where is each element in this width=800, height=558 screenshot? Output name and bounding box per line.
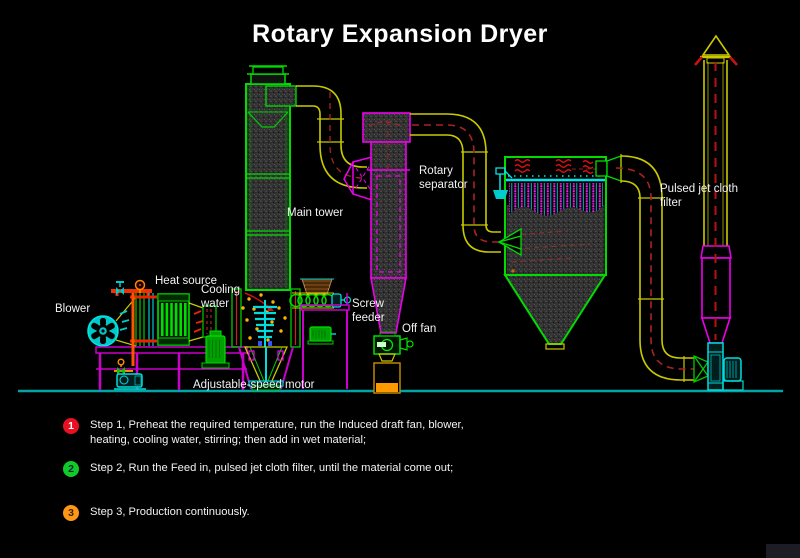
valve-icon — [116, 282, 124, 295]
screw-feeder — [290, 279, 351, 389]
induced-draft-fan — [694, 343, 743, 390]
label-pulsed-jet-cloth-filter: Pulsed jet cloth filter — [660, 182, 744, 210]
label-main-tower: Main tower — [287, 206, 343, 220]
step-2-text: Step 2, Run the Feed in, pulsed jet clot… — [90, 461, 486, 476]
fan-motor — [723, 358, 743, 390]
stack-cap-icon — [703, 36, 729, 55]
step-2-badge: 2 — [63, 461, 79, 477]
label-screw-feeder: Screw feeder — [352, 297, 402, 325]
agitator — [253, 300, 277, 347]
step-1: 1 Step 1, Preheat the required temperatu… — [63, 418, 486, 448]
step-3-badge: 3 — [63, 505, 79, 521]
label-off-fan: Off fan — [402, 322, 436, 336]
step-1-text: Step 1, Preheat the required temperature… — [90, 418, 486, 448]
pulsed-jet-cloth-filter — [493, 156, 621, 349]
dryer-diagram-page: Rotary Expansion Dryer — [0, 0, 800, 558]
off-fan-valve — [374, 332, 413, 361]
label-adjustable-speed-motor: Adjustable-speed motor — [193, 378, 323, 392]
step-1-badge: 1 — [63, 418, 79, 434]
label-rotary-separator: Rotary separator — [419, 164, 489, 192]
feeder-motor — [308, 327, 336, 344]
label-cooling-water: Cooling water — [201, 283, 255, 311]
fan-inlet-cone — [694, 356, 708, 382]
label-blower: Blower — [55, 302, 90, 316]
step-3: 3 Step 3, Production continuously. — [63, 505, 486, 521]
main-tower — [246, 66, 296, 290]
stirring-motor — [202, 331, 229, 368]
tower-outlet-pipe — [296, 86, 367, 188]
blower — [88, 297, 136, 346]
watermark-box — [766, 544, 800, 558]
collection-bin — [374, 363, 400, 393]
step-2: 2 Step 2, Run the Feed in, pulsed jet cl… — [63, 461, 486, 477]
step-3-text: Step 3, Production continuously. — [90, 505, 486, 520]
heater-radiator — [158, 294, 189, 345]
